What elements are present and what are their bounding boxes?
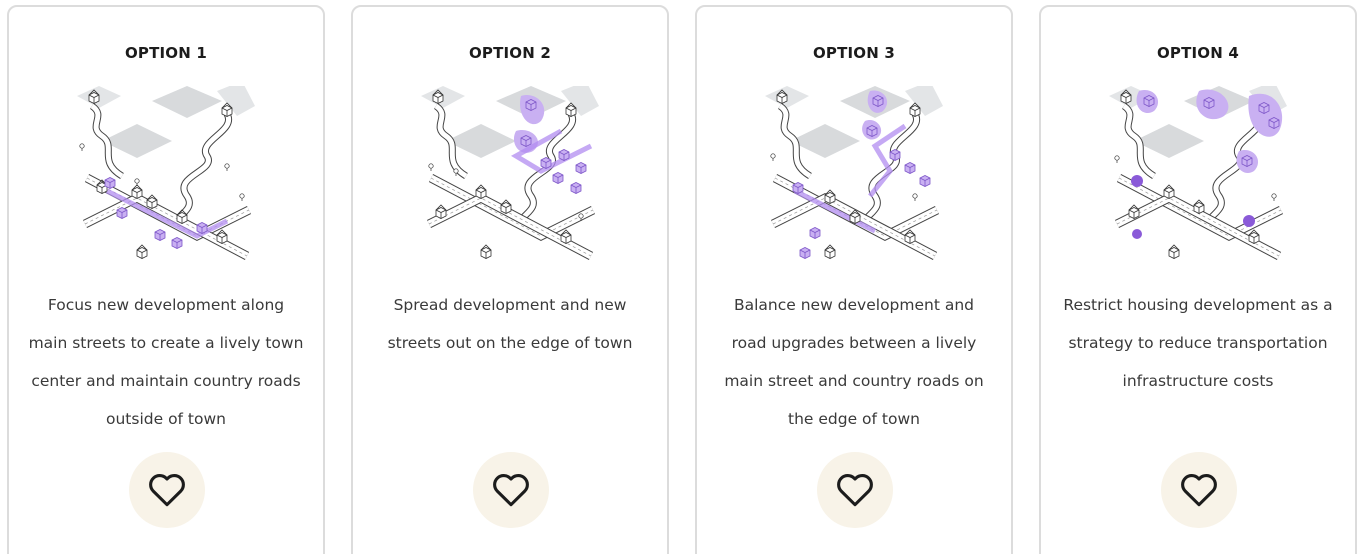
vote-button[interactable] — [817, 452, 893, 528]
options-list: OPTION 1 Focus new development along mai… — [0, 0, 1359, 554]
town-map-edge-development-icon — [421, 86, 599, 266]
option-card-3[interactable]: OPTION 3 Balance new development and roa… — [695, 5, 1013, 554]
option-title: OPTION 4 — [1156, 44, 1240, 62]
vote-button[interactable] — [1161, 452, 1237, 528]
heart-icon — [149, 474, 185, 507]
vote-button[interactable] — [129, 452, 205, 528]
option-title: OPTION 1 — [124, 44, 208, 62]
option-card-2[interactable]: OPTION 2 Spread development and new stre… — [351, 5, 669, 554]
heart-icon — [493, 474, 529, 507]
option-description: Spread development and new streets out o… — [387, 296, 633, 352]
option-title: OPTION 2 — [468, 44, 552, 62]
option-title: OPTION 3 — [812, 44, 896, 62]
option-card-4[interactable]: OPTION 4 Restrict housing development as… — [1039, 5, 1357, 554]
heart-icon — [1181, 474, 1217, 507]
option-description: Focus new development along main streets… — [28, 296, 304, 428]
option-card-1[interactable]: OPTION 1 Focus new development along mai… — [7, 5, 325, 554]
option-description: Balance new development and road upgrade… — [724, 296, 984, 428]
vote-button[interactable] — [473, 452, 549, 528]
heart-icon — [837, 474, 873, 507]
option-description: Restrict housing development as a strate… — [1063, 296, 1333, 390]
town-map-main-street-icon — [77, 86, 255, 266]
town-map-restricted-icon — [1109, 86, 1287, 266]
town-map-balanced-icon — [765, 86, 943, 266]
